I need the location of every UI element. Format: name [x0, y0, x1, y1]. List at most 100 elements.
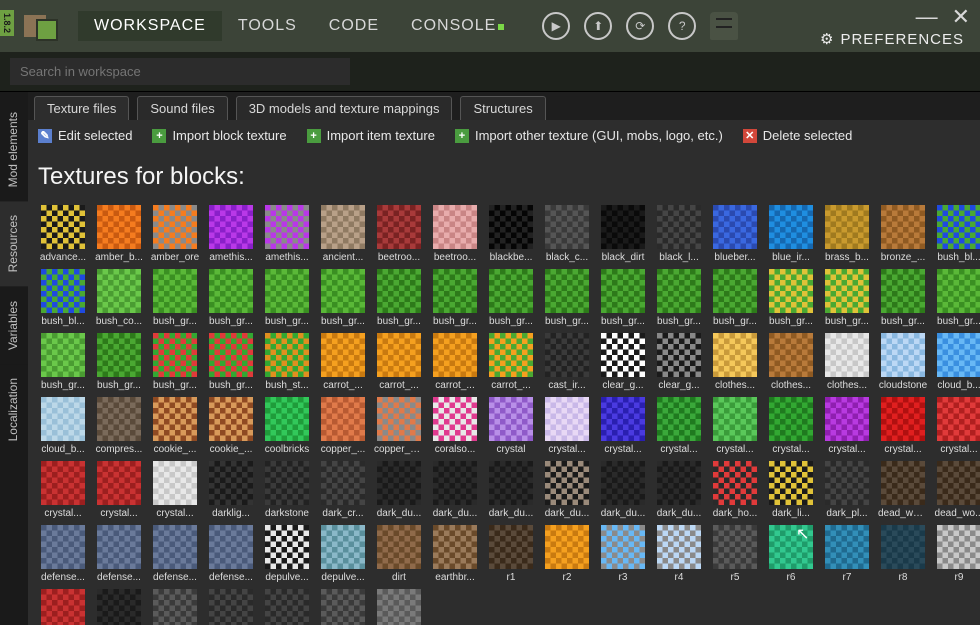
texture-item[interactable]: bush_gr... [206, 333, 256, 391]
texture-item[interactable]: crystal... [654, 397, 704, 455]
texture-item[interactable]: crystal... [542, 397, 592, 455]
texture-item[interactable]: brass_b... [822, 205, 872, 263]
texture-item[interactable]: amethis... [206, 205, 256, 263]
texture-item[interactable]: bush_gr... [878, 269, 928, 327]
texture-item[interactable]: clothes... [766, 333, 816, 391]
nav-code[interactable]: CODE [313, 11, 395, 41]
texture-item[interactable]: darkstone [262, 461, 312, 519]
texture-item[interactable]: darklig... [206, 461, 256, 519]
texture-item[interactable]: clothes... [710, 333, 760, 391]
sidebar-tab-localization[interactable]: Localization [0, 364, 28, 455]
texture-item[interactable]: clear_g... [654, 333, 704, 391]
import-item-button[interactable]: +Import item texture [307, 128, 435, 143]
texture-item[interactable]: dark_du... [598, 461, 648, 519]
texture-item[interactable]: r1 [486, 525, 536, 583]
texture-item[interactable]: advance... [38, 205, 88, 263]
texture-item[interactable]: copper_ore [374, 397, 424, 455]
texture-item[interactable]: compres... [94, 397, 144, 455]
refresh-icon[interactable]: ⟳ [626, 12, 654, 40]
sidebar-tab-variables[interactable]: Variables [0, 287, 28, 364]
preferences-button[interactable]: ⚙ PREFERENCES [820, 30, 964, 48]
texture-item[interactable]: defense... [150, 525, 200, 583]
texture-item[interactable]: crystal... [94, 461, 144, 519]
texture-item[interactable]: bush_gr... [150, 333, 200, 391]
texture-item[interactable]: copper_... [318, 397, 368, 455]
texture-item[interactable]: bush_bl... [38, 269, 88, 327]
texture-item[interactable]: clothes... [822, 333, 872, 391]
texture-item[interactable]: dark_du... [374, 461, 424, 519]
robot-icon[interactable] [710, 12, 738, 40]
texture-item[interactable]: dead_wood [878, 461, 928, 519]
texture-item[interactable]: beetroo... [374, 205, 424, 263]
texture-item[interactable]: cloudstone [878, 333, 928, 391]
texture-item[interactable]: r13 [206, 589, 256, 625]
texture-item[interactable]: crystal... [766, 397, 816, 455]
texture-item[interactable]: dark_pl... [822, 461, 872, 519]
texture-item[interactable]: crystal [486, 397, 536, 455]
texture-item[interactable]: r4 [654, 525, 704, 583]
texture-item[interactable]: bush_gr... [94, 333, 144, 391]
texture-item[interactable]: r16 [374, 589, 424, 625]
texture-item[interactable]: dark_li... [766, 461, 816, 519]
close-icon[interactable]: ✕ [952, 4, 970, 30]
texture-item[interactable]: r5 [710, 525, 760, 583]
texture-item[interactable]: bush_gr... [430, 269, 480, 327]
texture-item[interactable]: blackbe... [486, 205, 536, 263]
texture-item[interactable]: amber_b... [94, 205, 144, 263]
texture-item[interactable]: bush_gr... [542, 269, 592, 327]
texture-item[interactable]: crystal... [710, 397, 760, 455]
texture-item[interactable]: dirt [374, 525, 424, 583]
texture-item[interactable]: cloud_b... [38, 397, 88, 455]
nav-tools[interactable]: TOOLS [222, 11, 313, 41]
texture-item[interactable]: dark_ho... [710, 461, 760, 519]
texture-item[interactable]: r11 [94, 589, 144, 625]
texture-item[interactable]: bush_gr... [206, 269, 256, 327]
texture-item[interactable]: coralso... [430, 397, 480, 455]
texture-item[interactable]: r14 [262, 589, 312, 625]
texture-item[interactable]: bronze_... [878, 205, 928, 263]
texture-item[interactable]: black_dirt [598, 205, 648, 263]
texture-item[interactable]: crystal... [598, 397, 648, 455]
texture-item[interactable]: cookie_... [206, 397, 256, 455]
texture-item[interactable]: r6 [766, 525, 816, 583]
texture-item[interactable]: black_c... [542, 205, 592, 263]
texture-item[interactable]: blueber... [710, 205, 760, 263]
texture-item[interactable]: ancient... [318, 205, 368, 263]
texture-item[interactable]: r8 [878, 525, 928, 583]
texture-item[interactable]: defense... [206, 525, 256, 583]
texture-item[interactable]: bush_gr... [374, 269, 424, 327]
texture-item[interactable]: coolbricks [262, 397, 312, 455]
texture-item[interactable]: depulve... [318, 525, 368, 583]
texture-item[interactable]: dark_du... [430, 461, 480, 519]
help-icon[interactable]: ? [668, 12, 696, 40]
sidebar-tab-resources[interactable]: Resources [0, 201, 28, 286]
texture-item[interactable]: dark_du... [542, 461, 592, 519]
tab-sound-files[interactable]: Sound files [137, 96, 227, 120]
texture-item[interactable]: r15 [318, 589, 368, 625]
nav-workspace[interactable]: WORKSPACE [78, 11, 222, 41]
texture-item[interactable]: bush_gr... [262, 269, 312, 327]
texture-item[interactable]: bush_gr... [38, 333, 88, 391]
texture-item[interactable]: amber_ore [150, 205, 200, 263]
texture-item[interactable]: r12 [150, 589, 200, 625]
texture-item[interactable]: bush_gr... [598, 269, 648, 327]
texture-item[interactable]: crystal... [150, 461, 200, 519]
texture-item[interactable]: defense... [94, 525, 144, 583]
texture-item[interactable]: bush_gr... [710, 269, 760, 327]
texture-item[interactable]: cookie_... [150, 397, 200, 455]
run-icon[interactable]: ▶ [542, 12, 570, 40]
texture-item[interactable]: crystal... [934, 397, 980, 455]
delete-selected-button[interactable]: ✕Delete selected [743, 128, 853, 143]
texture-item[interactable]: carrot_... [486, 333, 536, 391]
texture-item[interactable]: dark_du... [486, 461, 536, 519]
texture-item[interactable]: r2 [542, 525, 592, 583]
minimize-icon[interactable]: — [916, 4, 938, 30]
texture-item[interactable]: bush_gr... [654, 269, 704, 327]
texture-item[interactable]: dark_cr... [318, 461, 368, 519]
texture-item[interactable]: clear_g... [598, 333, 648, 391]
search-input[interactable] [10, 58, 350, 85]
texture-item[interactable]: black_l... [654, 205, 704, 263]
texture-item[interactable]: crystal... [822, 397, 872, 455]
texture-item[interactable]: r10 [38, 589, 88, 625]
texture-item[interactable]: bush_gr... [822, 269, 872, 327]
